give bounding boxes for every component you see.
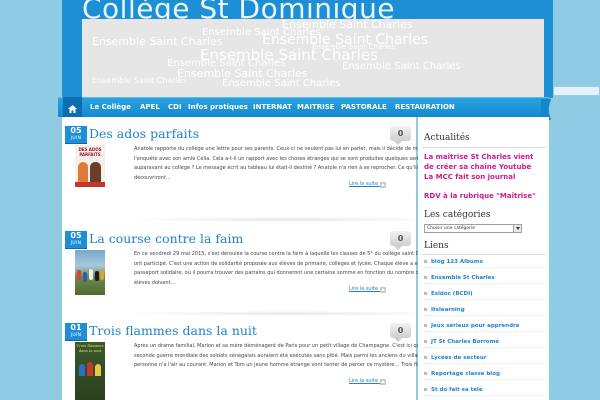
widget-title-categories: Les catégories: [424, 210, 491, 220]
sidebar: Actualités La maîtrise St Charles vient …: [418, 117, 549, 400]
link-item[interactable]: Ensemble St Charles: [424, 272, 548, 284]
nav-item-le-college[interactable]: Le Collège: [90, 97, 131, 117]
post-excerpt: Anatole rapporte du collège une lettre p…: [134, 146, 434, 181]
widget-divider: [422, 254, 546, 255]
bullet-icon: [424, 292, 427, 295]
post-title[interactable]: Des ados parfaits: [89, 126, 199, 141]
back-to-top-icon[interactable]: [380, 379, 386, 385]
link-item[interactable]: St do fait sa télé: [424, 384, 548, 396]
post-excerpt: Après un drame familial, Marion et sa mè…: [134, 343, 448, 368]
thumb-book-title: DES ADOS PARFAITS: [75, 145, 105, 159]
header-banner-wordcloud: Ensemble Saint Charles Ensemble Saint Ch…: [82, 19, 544, 98]
chevron-down-icon: [513, 225, 521, 232]
comment-count[interactable]: 0: [390, 323, 411, 342]
nav-item-restauration[interactable]: RESTAURATION: [395, 97, 455, 117]
nav-item-apel[interactable]: APEL: [140, 97, 160, 117]
banner-word: Ensemble Saint Charles: [282, 19, 413, 31]
nav-item-internat[interactable]: INTERNAT: [253, 97, 292, 117]
back-to-top-icon[interactable]: [380, 182, 386, 188]
category-select[interactable]: Choisir une catégorie: [424, 224, 522, 233]
comment-count[interactable]: 0: [390, 126, 411, 145]
thumb-book-title: Trois flammes dans la nuit: [76, 343, 104, 353]
link-item[interactable]: JT St Charles Borromé: [424, 336, 548, 348]
category-select-value: Choisir une catégorie: [427, 226, 476, 231]
link-item[interactable]: Jeux sérieux pour apprendre: [424, 320, 548, 332]
news-link-journal[interactable]: La MCC fait son journal: [424, 173, 544, 183]
post-thumbnail[interactable]: [75, 250, 105, 295]
bullet-icon: [424, 308, 427, 311]
read-more-link[interactable]: Lire la suite →: [349, 181, 384, 187]
back-to-top-icon[interactable]: [380, 287, 386, 293]
post-thumbnail[interactable]: Trois flammes dans la nuit: [75, 342, 105, 400]
post-title[interactable]: La course contre la faim: [89, 231, 243, 246]
post-date-badge: 01 JUIN: [65, 323, 87, 340]
post-title[interactable]: Trois flammes dans la nuit: [89, 323, 257, 338]
home-button[interactable]: [63, 97, 82, 117]
post-excerpt: En ce vendredi 29 mai 2015, s'est déroul…: [134, 251, 448, 286]
bullet-icon: [424, 356, 427, 359]
home-icon: [68, 98, 77, 117]
post-date-badge: 05 JUIN: [65, 126, 87, 143]
link-item[interactable]: Itslearning: [424, 304, 548, 316]
post-separator: [122, 217, 452, 222]
post-date-badge: 05 JUIN: [65, 231, 87, 248]
nav-item-pastorale[interactable]: PASTORALE: [341, 97, 387, 117]
banner-word: Ensemble Saint Charles: [222, 78, 341, 89]
site-header: Collège St Dominique Ensemble Saint Char…: [62, 0, 553, 98]
link-item[interactable]: blog 123 Albums: [424, 256, 548, 268]
bullet-icon: [424, 388, 427, 391]
read-more-link[interactable]: Lire la suite →: [349, 378, 384, 384]
header-search-input[interactable]: [553, 86, 600, 96]
news-link-youtube[interactable]: La maîtrise St Charles vient de créer sa…: [424, 153, 544, 172]
nav-item-infos-pratiques[interactable]: Infos pratiques: [188, 97, 248, 117]
read-more-link[interactable]: Lire la suite →: [349, 286, 384, 292]
bullet-icon: [424, 340, 427, 343]
widget-title-links: Liens: [424, 241, 449, 251]
nav-item-cdi[interactable]: CDI: [168, 97, 182, 117]
banner-word: Ensemble Saint Charles: [92, 76, 187, 85]
post-separator: [122, 311, 452, 316]
nav-item-maitrise[interactable]: MAITRISE: [297, 97, 335, 117]
widget-divider: [422, 147, 546, 148]
post-list: 05 JUIN Des ados parfaits 0 DES ADOS PAR…: [62, 117, 452, 400]
bullet-icon: [424, 276, 427, 279]
bullet-icon: [424, 260, 427, 263]
bullet-icon: [424, 372, 427, 375]
widget-title-news: Actualités: [424, 133, 470, 143]
link-item[interactable]: Esidoc (BCDI): [424, 288, 548, 300]
bullet-icon: [424, 324, 427, 327]
post-thumbnail[interactable]: DES ADOS PARFAITS: [75, 145, 105, 187]
news-link-maitrise[interactable]: RDV à la rubrique "Maîtrise": [424, 192, 544, 202]
link-item[interactable]: Reportage classe blog: [424, 368, 548, 380]
link-item[interactable]: Lycées de secteur: [424, 352, 548, 364]
banner-word: Ensemble Saint Charles: [342, 61, 461, 72]
comment-count[interactable]: 0: [390, 231, 411, 250]
